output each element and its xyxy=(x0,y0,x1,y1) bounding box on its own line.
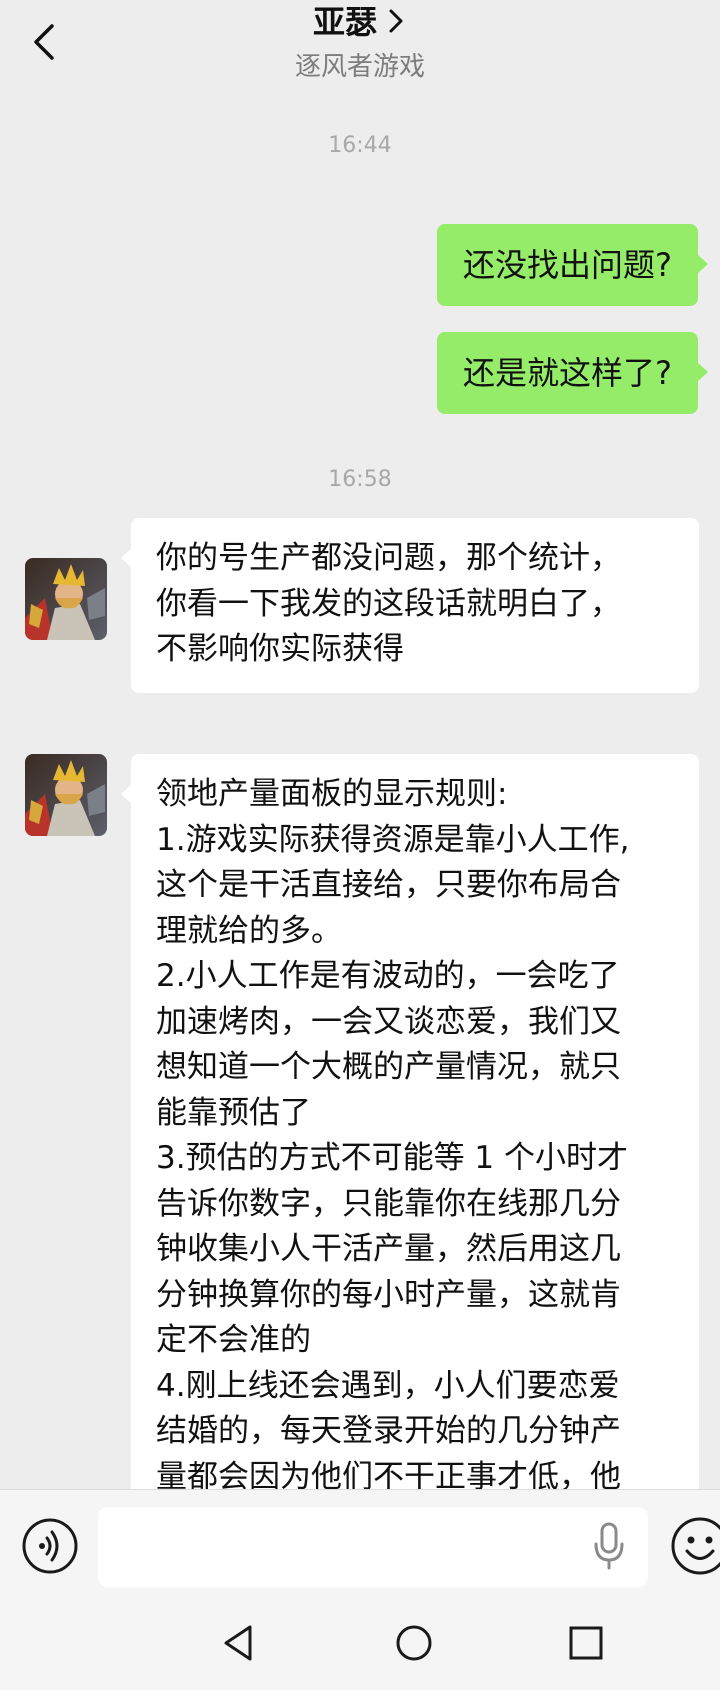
message-line: 告诉你数字，只能靠你在线那几分 xyxy=(156,1185,621,1222)
system-navigation-bar xyxy=(0,1609,720,1690)
avatar-image xyxy=(25,558,107,640)
message-line: 2.小人工作是有波动的，一会吃了 xyxy=(156,958,620,994)
message-text: 还没找出问题? xyxy=(463,246,672,284)
message-line: 3.预估的方式不可能等 1 个小时才 xyxy=(156,1140,629,1176)
chat-subtitle: 逐风者游戏 xyxy=(294,52,425,82)
bubble-tail xyxy=(121,784,132,804)
circle-home-icon[interactable] xyxy=(390,1619,438,1667)
incoming-message[interactable]: 你的号生产都没问题，那个统计， 你看一下我发的这段话就明白了， 不影响你实际获得 xyxy=(121,518,699,693)
message-line: 结婚的，每天登录开始的几分钟产 xyxy=(156,1413,621,1449)
bubble-tail xyxy=(121,548,132,568)
input-bar xyxy=(0,1489,720,1610)
message-line: 4.刚上线还会遇到，小人们要恋爱 xyxy=(156,1367,620,1404)
timestamp: 16:44 xyxy=(328,133,392,158)
avatar-image xyxy=(25,754,107,836)
message-text: 还是就这样了? xyxy=(463,354,672,392)
avatar[interactable] xyxy=(25,558,107,640)
message-line: 量都会因为他们不干正事才低，他 xyxy=(156,1458,621,1490)
voice-icon[interactable] xyxy=(20,1516,80,1576)
timestamp: 16:58 xyxy=(328,467,392,492)
message-input[interactable] xyxy=(98,1507,648,1587)
message-line: 理就给的多。 xyxy=(156,912,342,949)
message-line: 领地产量面板的显示规则: xyxy=(156,776,508,812)
message-line: 你的号生产都没问题，那个统计， xyxy=(156,540,621,576)
incoming-message[interactable]: 领地产量面板的显示规则: 1.游戏实际获得资源是靠小人工作, 这个是干活直接给，… xyxy=(121,754,699,1490)
avatar[interactable] xyxy=(25,754,107,836)
message-line: 分钟换算你的每小时产量，这就肯 xyxy=(156,1276,621,1313)
bubble-tail xyxy=(697,362,708,382)
chat-header: 亚瑟 逐风者游戏 xyxy=(0,0,720,96)
message-line: 想知道一个大概的产量情况，就只 xyxy=(156,1049,621,1085)
message-line: 定不会准的 xyxy=(156,1322,311,1358)
triangle-back-icon[interactable] xyxy=(216,1619,264,1667)
chat-title[interactable]: 亚瑟 xyxy=(313,2,377,42)
message-line: 加速烤肉，一会又谈恋爱，我们又 xyxy=(156,1003,621,1040)
message-line: 这个是干活直接给，只要你布局合 xyxy=(156,867,621,903)
message-line: 你看一下我发的这段话就明白了， xyxy=(156,585,621,622)
message-line: 钟收集小人干活产量，然后用这几 xyxy=(156,1231,621,1267)
chevron-right-icon[interactable] xyxy=(385,6,407,36)
title-area[interactable]: 亚瑟 xyxy=(0,0,720,42)
emoji-icon[interactable] xyxy=(668,1514,720,1578)
message-list[interactable]: 16:44 还没找出问题? 还是就这样了? 16:58 你的号生产都没问题，那个… xyxy=(0,96,720,1489)
message-line: 1.游戏实际获得资源是靠小人工作, xyxy=(156,821,630,858)
square-recents-icon[interactable] xyxy=(562,1619,610,1667)
message-line: 不影响你实际获得 xyxy=(156,631,404,667)
message-line: 能靠预估了 xyxy=(156,1094,311,1131)
outgoing-message[interactable]: 还是就这样了? xyxy=(437,332,708,414)
outgoing-message[interactable]: 还没找出问题? xyxy=(437,224,708,306)
microphone-icon[interactable] xyxy=(590,1520,628,1572)
bubble-tail xyxy=(697,254,708,274)
